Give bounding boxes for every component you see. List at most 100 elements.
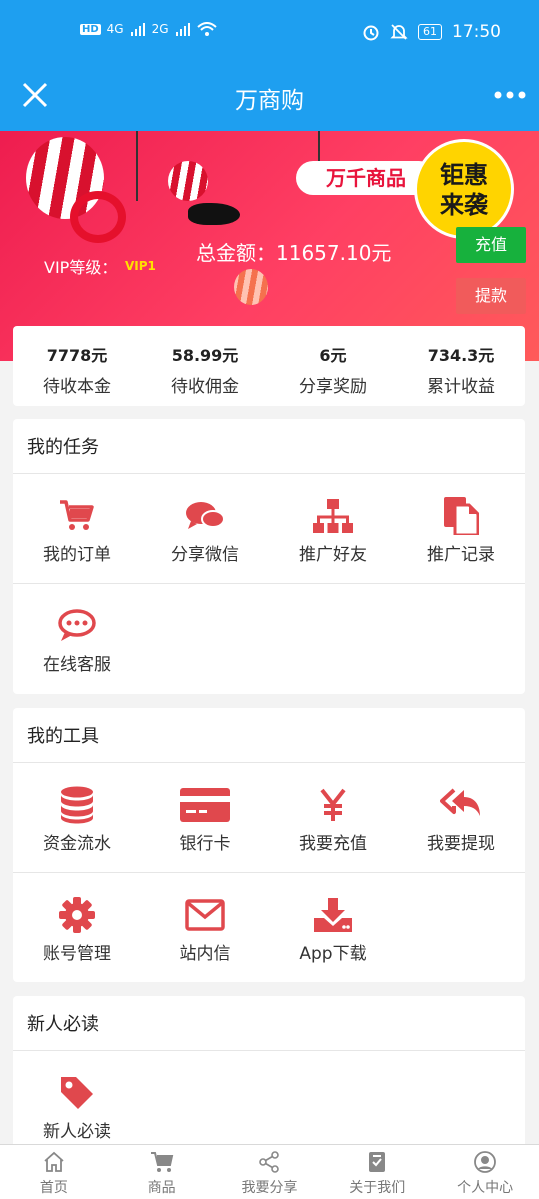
nav-label: 我要分享 [241, 1180, 298, 1196]
status-bar: HD 4G 2G 61 17:50 [0, 0, 539, 68]
tool-recharge[interactable]: 我要充值 [269, 763, 397, 873]
nav-share[interactable]: 我要分享 [216, 1145, 324, 1199]
task-label: 在线客服 [43, 655, 111, 675]
tools-title: 我的工具 [13, 708, 525, 763]
stat-pending-commission: 58.99元 待收佣金 [141, 326, 269, 406]
newbie-title: 新人必读 [13, 996, 525, 1051]
signal-indicators: HD 4G 2G [80, 22, 217, 36]
chat-bubbles-icon [186, 502, 225, 529]
nav-home[interactable]: 首页 [0, 1145, 108, 1199]
database-icon [61, 786, 93, 824]
nav-products[interactable]: 商品 [108, 1145, 216, 1199]
reply-all-icon [440, 788, 480, 816]
decor-string [136, 131, 138, 201]
title-bar: 万商购 [0, 68, 539, 131]
tool-app-download[interactable]: App下载 [269, 873, 397, 983]
tool-label: App下载 [299, 944, 367, 964]
total-amount: 总金额：11657.10元 [196, 241, 392, 265]
share-icon [259, 1151, 280, 1173]
tools-card: 我的工具 资金流水 银行卡 我要充值 我要提现 账号管理 站内信 App下载 [13, 708, 525, 982]
stat-value: 58.99元 [171, 346, 239, 365]
sitemap-icon [313, 499, 353, 533]
network-type: 4G [106, 22, 124, 36]
clock: 17:50 [452, 22, 501, 42]
tool-label: 站内信 [179, 944, 231, 964]
stat-label: 待收佣金 [171, 377, 239, 397]
mute-icon [390, 24, 408, 40]
wifi-icon [196, 22, 217, 36]
hd-icon: HD [80, 23, 101, 35]
newbie-card: 新人必读 新人必读 [13, 996, 525, 1156]
user-circle-icon [474, 1151, 496, 1173]
home-icon [44, 1151, 64, 1172]
tool-label: 我要充值 [299, 834, 367, 854]
cart-icon [60, 500, 94, 530]
task-share-wechat[interactable]: 分享微信 [141, 474, 269, 584]
brand-logo [70, 191, 126, 243]
vip-label: VIP等级： [44, 258, 118, 277]
tasks-grid: 我的订单 分享微信 推广好友 推广记录 在线客服 [13, 474, 525, 694]
stat-total-earnings: 734.3元 累计收益 [397, 326, 525, 406]
account-stats: 7778元 待收本金 58.99元 待收佣金 6元 分享奖励 734.3元 累计… [13, 326, 525, 406]
tool-label: 银行卡 [179, 834, 231, 854]
vip-level: VIP1 [125, 259, 156, 273]
stat-value: 6元 [319, 346, 347, 365]
stat-value: 734.3元 [427, 346, 495, 365]
tool-account-settings[interactable]: 账号管理 [13, 873, 141, 983]
task-my-orders[interactable]: 我的订单 [13, 474, 141, 584]
nav-profile[interactable]: 个人中心 [431, 1145, 539, 1199]
page-title: 万商购 [235, 88, 304, 114]
stat-label: 分享奖励 [299, 377, 367, 397]
signal-icon-2 [175, 23, 190, 36]
stat-value: 7778元 [46, 346, 108, 365]
tools-grid: 资金流水 银行卡 我要充值 我要提现 账号管理 站内信 App下载 [13, 763, 525, 983]
stat-label: 待收本金 [43, 377, 111, 397]
credit-card-icon [180, 788, 230, 822]
avatar-redaction [188, 203, 240, 225]
network-type-2: 2G [151, 22, 169, 36]
envelope-icon [185, 899, 225, 931]
nav-label: 个人中心 [457, 1180, 514, 1196]
nav-label: 首页 [39, 1180, 68, 1196]
nav-label: 关于我们 [349, 1180, 406, 1196]
gear-icon [59, 897, 95, 933]
tool-label: 账号管理 [43, 944, 111, 964]
task-invite-records[interactable]: 推广记录 [397, 474, 525, 584]
task-invite-friends[interactable]: 推广好友 [269, 474, 397, 584]
tasks-title: 我的任务 [13, 419, 525, 474]
sale-line-2: 来袭 [440, 191, 488, 219]
withdraw-button[interactable]: 提款 [456, 278, 526, 314]
task-label: 推广好友 [299, 545, 367, 565]
nav-label: 商品 [147, 1180, 176, 1196]
tool-label: 我要提现 [427, 834, 495, 854]
stat-label: 累计收益 [427, 377, 495, 397]
balloon-decoration [168, 161, 208, 201]
tool-bank-card[interactable]: 银行卡 [141, 763, 269, 873]
more-icon [494, 91, 526, 99]
task-label: 分享微信 [171, 545, 239, 565]
status-right: 61 17:50 [362, 22, 501, 42]
more-button[interactable] [493, 78, 527, 119]
bottom-nav: 首页 商品 我要分享 关于我们 个人中心 [0, 1144, 539, 1199]
comment-dots-icon [58, 609, 96, 641]
tag-icon [61, 1077, 93, 1109]
stat-pending-principal: 7778元 待收本金 [13, 326, 141, 406]
alarm-icon [363, 25, 379, 41]
signal-icon [130, 23, 145, 36]
nav-about[interactable]: 关于我们 [323, 1145, 431, 1199]
task-label: 我的订单 [43, 545, 111, 565]
tool-label: 资金流水 [43, 834, 111, 854]
cart-icon [150, 1152, 173, 1172]
balloon-decoration [234, 269, 268, 305]
battery-icon: 61 [418, 24, 442, 40]
sale-line-1: 钜惠 [440, 161, 488, 189]
tool-messages[interactable]: 站内信 [141, 873, 269, 983]
tool-fund-flow[interactable]: 资金流水 [13, 763, 141, 873]
stat-share-reward: 6元 分享奖励 [269, 326, 397, 406]
task-customer-service[interactable]: 在线客服 [13, 584, 141, 694]
tasks-card: 我的任务 我的订单 分享微信 推广好友 推广记录 在线客服 [13, 419, 525, 694]
recharge-button[interactable]: 充值 [456, 227, 526, 263]
task-label: 推广记录 [427, 545, 495, 565]
tool-withdraw[interactable]: 我要提现 [397, 763, 525, 873]
download-icon [314, 898, 352, 932]
